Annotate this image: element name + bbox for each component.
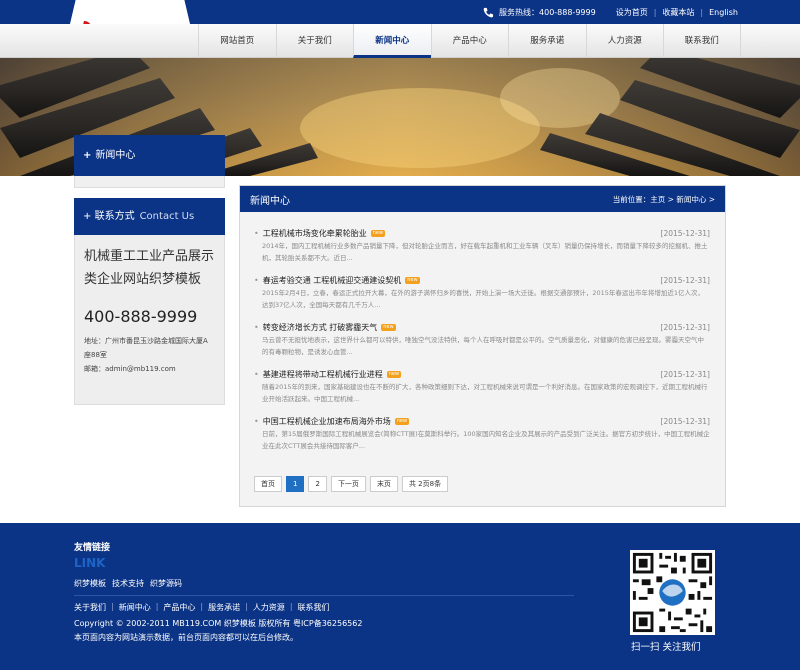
contact-phone: 400-888-9999 (84, 307, 198, 326)
sidebar-news-header[interactable]: + 新闻中心 (74, 135, 225, 176)
news-list: • 工程机械市场变化牵累轮胎业 new [2015-12-31] 2014年，国内工程… (240, 212, 725, 461)
footer-nav-service[interactable]: 服务承诺 (208, 602, 240, 613)
top-links: 服务热线：400-888-9999 设为首页 | 收藏本站 | English (483, 0, 738, 24)
list-item: • 工程机械市场变化牵累轮胎业 new [2015-12-31] 2014年，国内工程… (254, 226, 710, 273)
news-title-link[interactable]: • 春运考验交通 工程机械迎交通建设契机 new (254, 275, 420, 286)
friend-link[interactable]: 织梦模板 (74, 578, 106, 589)
contact-address-1: 地址：广州市番昆玉沙路金城国际大厦A (84, 337, 208, 345)
sidebar-news-sub (74, 176, 225, 188)
news-date: [2015-12-31] (660, 369, 710, 379)
news-panel: 新闻中心 当前位置：主页 > 新闻中心 > • 工程机械市场变化牵累轮胎业 new [… (239, 185, 726, 507)
friend-links: 织梦模板 技术支持 织梦源码 (74, 578, 182, 589)
pagination: 首页 1 2 下一页 末页 共 2页8条 (254, 476, 449, 492)
news-summary: 马云曾不无担忧地表示，这世界什么都可以特供，唯独空气没法特供，每个人在呼吸时都是… (262, 336, 704, 356)
contact-email: 邮箱：admin@mb119.com (84, 365, 176, 373)
company-line2: 类企业网站织梦模板 (84, 272, 202, 287)
hotline-text: 服务热线：400-888-9999 (499, 7, 596, 17)
footer-note: 本页面内容为网站演示数据，前台页面内容都可以在后台修改。 (74, 633, 298, 642)
english-link[interactable]: English (709, 8, 738, 17)
news-date: [2015-12-31] (660, 228, 710, 238)
breadcrumb[interactable]: 当前位置：主页 > 新闻中心 > (613, 194, 715, 205)
list-item: • 基建进程将带动工程机械行业进程 new [2015-12-31] 随着2015年的… (254, 367, 710, 414)
contact-address-2: 座88室 (84, 351, 107, 359)
page-1-button[interactable]: 1 (286, 476, 305, 492)
news-title-link[interactable]: • 工程机械市场变化牵累轮胎业 new (254, 228, 386, 239)
copyright: Copyright © 2002-2011 MB119.COM 织梦模板 版权所… (74, 619, 363, 628)
sidebar-contact-header: + 联系方式 Contact Us (74, 198, 225, 235)
footer-nav-products[interactable]: 产品中心 (163, 602, 195, 613)
link-label: LINK (74, 556, 106, 570)
page-count: 共 2页8条 (401, 476, 449, 492)
first-page-button[interactable]: 首页 (254, 476, 282, 492)
nav-about[interactable]: 关于我们 (275, 24, 354, 58)
new-badge: new (386, 370, 402, 378)
plus-icon: + (83, 150, 92, 161)
footer-nav-about[interactable]: 关于我们 (74, 602, 106, 613)
footer: 友情链接 LINK 织梦模板 技术支持 织梦源码 关于我们 | 新闻中心 | 产品中… (0, 523, 800, 670)
plus-icon: + (83, 211, 92, 222)
company-line1: 机械重工工业产品展示 (84, 249, 215, 264)
footer-nav-news[interactable]: 新闻中心 (119, 602, 151, 613)
list-item: • 转变经济增长方式 打破雾霾天气 new [2015-12-31] 马云曾不无担忧地… (254, 320, 710, 367)
contact-box: 机械重工工业产品展示 类企业网站织梦模板 400-888-9999 地址：广州市… (74, 235, 225, 405)
new-badge: new (381, 323, 396, 331)
friend-link[interactable]: 织梦源码 (150, 578, 182, 589)
news-summary: 2015年2月4日，立春，春运正式拉开大幕，在外的游子满怀归乡的喜悦，开始上演一… (262, 289, 704, 309)
news-summary: 随着2015年的到来，国家基础建设也在不断的扩大，各种政策细则下达，对工程机械来… (262, 383, 708, 403)
list-item: • 春运考验交通 工程机械迎交通建设契机 new [2015-12-31] 2015年… (254, 273, 710, 320)
next-page-button[interactable]: 下一页 (330, 476, 366, 492)
friend-link[interactable]: 技术支持 (112, 578, 144, 589)
footer-divider (74, 595, 574, 596)
news-panel-header: 新闻中心 当前位置：主页 > 新闻中心 > (240, 186, 725, 212)
nav-contact[interactable]: 联系我们 (663, 24, 741, 58)
friends-title: 友情链接 (74, 543, 111, 553)
news-title-link[interactable]: • 基建进程将带动工程机械行业进程 new (254, 369, 402, 380)
nav-home[interactable]: 网站首页 (198, 24, 276, 58)
page-2-button[interactable]: 2 (308, 476, 327, 492)
news-date: [2015-12-31] (660, 322, 710, 332)
page-title: 新闻中心 (250, 195, 290, 207)
main-nav: 网站首页 关于我们 新闻中心 产品中心 服务承诺 人力资源 联系我们 (0, 24, 800, 58)
new-badge: new (405, 276, 420, 284)
phone-icon (483, 7, 494, 17)
footer-nav-hr[interactable]: 人力资源 (253, 602, 285, 613)
news-title-link[interactable]: • 转变经济增长方式 打破雾霾天气 new (254, 322, 396, 333)
qr-caption: 扫一扫 关注我们 (631, 642, 701, 653)
nav-news[interactable]: 新闻中心 (353, 24, 431, 58)
news-date: [2015-12-31] (660, 416, 710, 426)
new-badge: new (370, 229, 386, 237)
last-page-button[interactable]: 末页 (369, 476, 398, 492)
nav-service[interactable]: 服务承诺 (508, 24, 586, 58)
list-item: • 中国工程机械企业加速布局海外市场 new [2015-12-31] 日前，第15届… (254, 414, 710, 461)
favorite-link[interactable]: 收藏本站 (662, 7, 694, 18)
nav-hr[interactable]: 人力资源 (585, 24, 664, 58)
news-date: [2015-12-31] (660, 275, 710, 285)
footer-nav-contact[interactable]: 联系我们 (298, 602, 330, 613)
set-home-link[interactable]: 设为首页 (616, 7, 648, 18)
news-title-link[interactable]: • 中国工程机械企业加速布局海外市场 new (254, 416, 410, 427)
qr-code-icon (630, 550, 715, 635)
news-summary: 2014年，国内工程机械行业多数产品销量下降，但对轮胎企业而言，好在载车起重机和… (262, 242, 708, 262)
nav-products[interactable]: 产品中心 (430, 24, 509, 58)
footer-nav: 关于我们 | 新闻中心 | 产品中心 | 服务承诺 | 人力资源 | 联系我们 (74, 602, 330, 613)
new-badge: new (394, 417, 410, 425)
news-summary: 日前，第15届俄罗斯国际工程机械展览会(简称CTT展)在莫斯科举行。100家国内… (262, 430, 710, 450)
